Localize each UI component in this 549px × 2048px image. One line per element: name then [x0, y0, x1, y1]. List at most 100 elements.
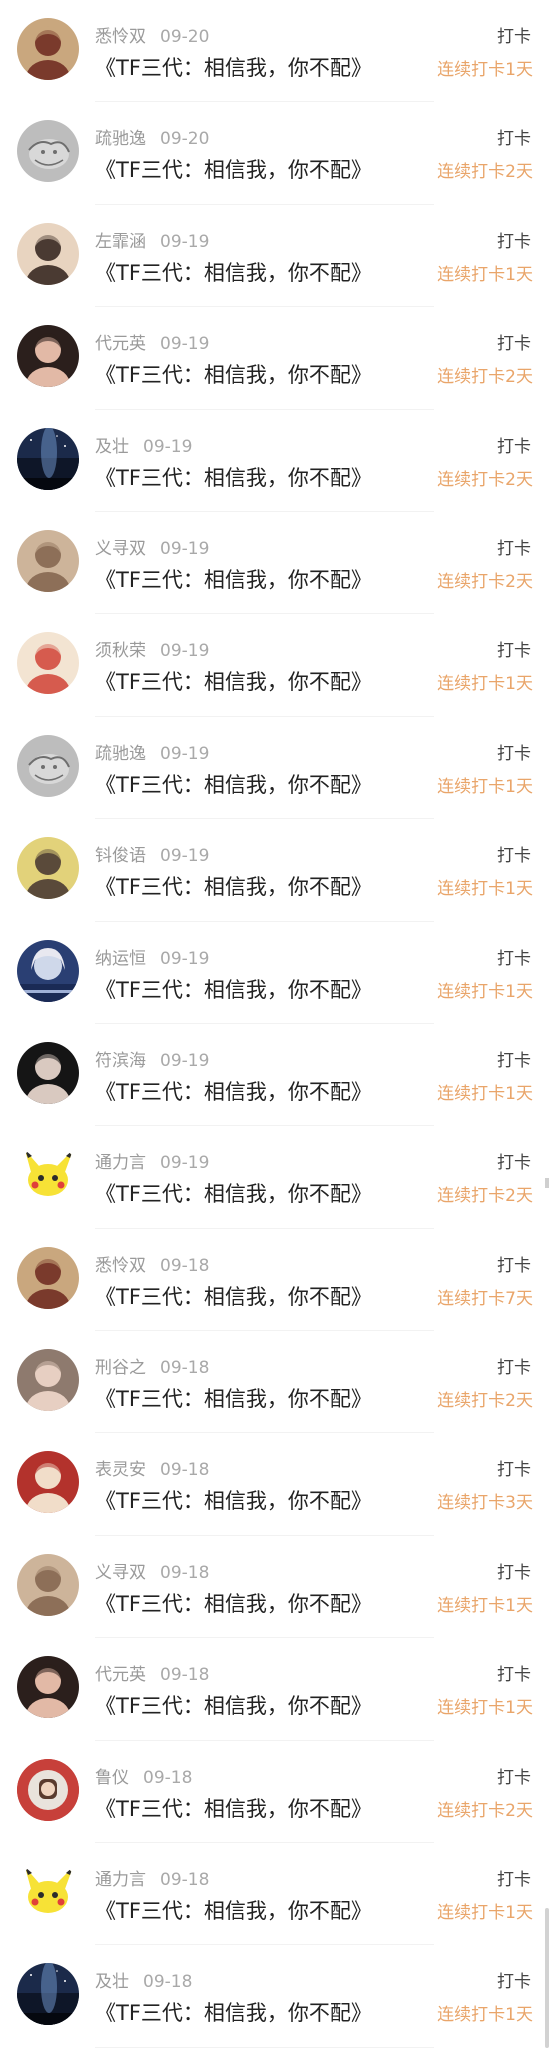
- book-title[interactable]: 《TF三代：相信我，你不配》: [95, 1588, 372, 1618]
- checkin-row[interactable]: 义寻双 09-19 《TF三代：相信我，你不配》 打卡 连续打卡2天: [0, 512, 549, 615]
- book-title[interactable]: 《TF三代：相信我，你不配》: [95, 1895, 372, 1925]
- user-meta: 悉怜双 09-20: [95, 22, 209, 47]
- avatar-blonde-girl[interactable]: [17, 222, 79, 285]
- book-title[interactable]: 《TF三代：相信我，你不配》: [95, 1997, 372, 2027]
- book-title[interactable]: 《TF三代：相信我，你不配》: [95, 462, 372, 492]
- scrollbar-thumb[interactable]: [545, 1908, 549, 2048]
- streak-badge: 连续打卡1天: [437, 981, 533, 1002]
- user-name[interactable]: 疏驰逸: [95, 129, 146, 149]
- avatar-red-ring-cartoon[interactable]: [17, 1758, 79, 1821]
- avatar-night-sky[interactable]: [17, 1963, 79, 2026]
- checkin-label: 打卡: [497, 846, 531, 867]
- user-meta: 鲁仪 09-18: [95, 1763, 192, 1788]
- user-name[interactable]: 悉怜双: [95, 27, 146, 47]
- user-meta: 义寻双 09-18: [95, 1558, 209, 1583]
- checkin-row[interactable]: 通力言 09-18 《TF三代：相信我，你不配》 打卡 连续打卡1天: [0, 1843, 549, 1946]
- checkin-row[interactable]: 及壮 09-18 《TF三代：相信我，你不配》 打卡 连续打卡1天: [0, 1945, 549, 2048]
- checkin-row[interactable]: 纳运恒 09-19 《TF三代：相信我，你不配》 打卡连续打卡1天: [0, 922, 549, 1025]
- avatar-beige-girl[interactable]: [17, 529, 79, 592]
- user-name[interactable]: 及壮: [95, 437, 129, 457]
- book-title[interactable]: 《TF三代：相信我，你不配》: [95, 974, 372, 1004]
- book-title[interactable]: 《TF三代：相信我，你不配》: [95, 1281, 372, 1311]
- avatar-girl-brown[interactable]: [17, 18, 79, 80]
- avatar-dark-portrait[interactable]: [17, 1041, 79, 1104]
- user-name[interactable]: 钭俊语: [95, 846, 146, 866]
- user-meta: 表灵安 09-18: [95, 1455, 209, 1480]
- user-name[interactable]: 疏驰逸: [95, 744, 146, 764]
- book-title[interactable]: 《TF三代：相信我，你不配》: [95, 666, 372, 696]
- avatar-dark-hair-girl[interactable]: [17, 1656, 79, 1719]
- book-title[interactable]: 《TF三代：相信我，你不配》: [95, 769, 372, 799]
- post-date: 09-19: [160, 1153, 210, 1174]
- user-name[interactable]: 符滨海: [95, 1051, 146, 1071]
- checkin-row[interactable]: 表灵安 09-18 《TF三代：相信我，你不配》 打卡 连续打卡3天: [0, 1433, 549, 1537]
- checkin-row[interactable]: 符滨海 09-19 《TF三代：相信我，你不配》 打卡 连续打卡1天: [0, 1024, 549, 1127]
- streak-badge: 连续打卡2天: [437, 571, 533, 592]
- avatar-beige-girl[interactable]: [17, 1553, 79, 1616]
- user-name[interactable]: 通力言: [95, 1153, 146, 1173]
- checkin-label: 打卡: [497, 948, 531, 969]
- checkin-row[interactable]: 代元英 09-19 《TF三代：相信我，你不配》 打卡 连续打卡2天: [0, 307, 549, 410]
- user-name[interactable]: 左霏涵: [95, 232, 146, 252]
- checkin-row[interactable]: 疏驰逸 09-20 《TF三代：相信我，你不配》 打卡 连续打卡2天: [0, 102, 549, 206]
- checkin-row[interactable]: 义寻双 09-18 《TF三代：相信我，你不配》 打卡 连续打卡1天: [0, 1536, 549, 1639]
- checkin-label: 打卡: [497, 1665, 531, 1686]
- scrollbar[interactable]: [543, 0, 549, 2048]
- user-name[interactable]: 代元英: [95, 1665, 146, 1685]
- book-title[interactable]: 《TF三代：相信我，你不配》: [95, 1793, 372, 1823]
- avatar-pikachu[interactable]: [17, 1861, 79, 1924]
- book-title[interactable]: 《TF三代：相信我，你不配》: [95, 1178, 372, 1208]
- avatar-red-anime[interactable]: [17, 1451, 79, 1514]
- user-name[interactable]: 鲁仪: [95, 1768, 129, 1788]
- streak-badge: 连续打卡2天: [437, 1800, 533, 1821]
- book-title[interactable]: 《TF三代：相信我，你不配》: [95, 871, 372, 901]
- avatar-blue-anime[interactable]: [17, 939, 79, 1002]
- user-meta: 左霏涵 09-19: [95, 227, 209, 252]
- user-name[interactable]: 通力言: [95, 1870, 146, 1890]
- checkin-row[interactable]: 通力言 09-19 《TF三代：相信我，你不配》 打卡 连续打卡2天: [0, 1126, 549, 1230]
- checkin-row[interactable]: 疏驰逸 09-19 《TF三代：相信我，你不配》 打卡 连续打卡1天: [0, 717, 549, 820]
- checkin-row[interactable]: 钭俊语 09-19 《TF三代：相信我，你不配》 打卡 连续打卡1天: [0, 819, 549, 922]
- user-name[interactable]: 表灵安: [95, 1460, 146, 1480]
- book-title[interactable]: 《TF三代：相信我，你不配》: [95, 1690, 372, 1720]
- user-name[interactable]: 及壮: [95, 1972, 129, 1992]
- book-title[interactable]: 《TF三代：相信我，你不配》: [95, 257, 372, 287]
- user-name[interactable]: 代元英: [95, 334, 146, 354]
- checkin-row[interactable]: 及壮 09-19 《TF三代：相信我，你不配》 打卡 连续打卡2天: [0, 410, 549, 513]
- user-name[interactable]: 纳运恒: [95, 949, 146, 969]
- checkin-label: 打卡: [497, 129, 531, 150]
- book-title[interactable]: 《TF三代：相信我，你不配》: [95, 564, 372, 594]
- avatar-pikachu[interactable]: [17, 1144, 79, 1207]
- avatar-yellow-portrait[interactable]: [17, 837, 79, 900]
- user-name[interactable]: 刑谷之: [95, 1358, 146, 1378]
- checkin-row[interactable]: 鲁仪 09-18 《TF三代：相信我，你不配》 打卡 连续打卡2天: [0, 1741, 549, 1844]
- user-name[interactable]: 义寻双: [95, 1563, 146, 1583]
- checkin-row[interactable]: 代元英 09-18 《TF三代：相信我，你不配》 打卡 连续打卡1天: [0, 1638, 549, 1742]
- checkin-row[interactable]: 刑谷之 09-18 《TF三代：相信我，你不配》 打卡 连续打卡2天: [0, 1331, 549, 1434]
- avatar-anime-fox[interactable]: [17, 632, 79, 695]
- user-meta: 纳运恒 09-19: [95, 944, 209, 969]
- avatar-girl-brown[interactable]: [17, 1246, 79, 1309]
- book-title[interactable]: 《TF三代：相信我，你不配》: [95, 1383, 372, 1413]
- streak-badge: 连续打卡2天: [437, 1391, 533, 1412]
- post-date: 09-19: [160, 948, 210, 969]
- user-meta: 及壮 09-18: [95, 1967, 192, 1992]
- book-title[interactable]: 《TF三代：相信我，你不配》: [95, 52, 372, 82]
- book-title[interactable]: 《TF三代：相信我，你不配》: [95, 1076, 372, 1106]
- user-name[interactable]: 义寻双: [95, 539, 146, 559]
- checkin-row[interactable]: 悉怜双 09-18 《TF三代：相信我，你不配》 打卡 连续打卡7天: [0, 1229, 549, 1332]
- avatar-cat-sketch[interactable]: [17, 734, 79, 797]
- checkin-label: 打卡: [497, 1972, 531, 1993]
- avatar-two-faces[interactable]: [17, 1349, 79, 1412]
- checkin-row[interactable]: 左霏涵 09-19 《TF三代：相信我，你不配》 打卡 连续打卡1天: [0, 205, 549, 308]
- user-name[interactable]: 须秋荣: [95, 641, 146, 661]
- avatar-night-sky[interactable]: [17, 427, 79, 490]
- checkin-row[interactable]: 须秋荣 09-19 《TF三代：相信我，你不配》 打卡 连续打卡1天: [0, 614, 549, 718]
- avatar-cat-sketch[interactable]: [17, 120, 79, 183]
- user-name[interactable]: 悉怜双: [95, 1256, 146, 1276]
- book-title[interactable]: 《TF三代：相信我，你不配》: [95, 359, 372, 389]
- checkin-row[interactable]: 悉怜双 09-20 《TF三代：相信我，你不配》 打卡 连续打卡1天: [0, 0, 549, 103]
- avatar-dark-hair-girl[interactable]: [17, 325, 79, 388]
- book-title[interactable]: 《TF三代：相信我，你不配》: [95, 154, 372, 184]
- book-title[interactable]: 《TF三代：相信我，你不配》: [95, 1485, 372, 1515]
